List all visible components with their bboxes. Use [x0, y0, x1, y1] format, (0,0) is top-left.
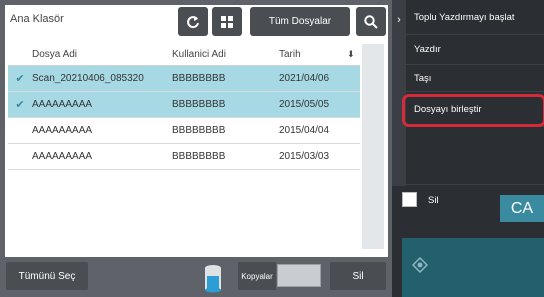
file-user: BBBBBBBB	[172, 151, 226, 162]
highlight-frame	[402, 94, 544, 127]
search-button[interactable]	[356, 7, 386, 36]
check-icon: ✔	[15, 73, 25, 85]
file-table: Dosya Adi Kullanici Adi Tarih ⬇ ✔ Scan_2…	[8, 43, 360, 170]
table-header: Dosya Adi Kullanici Adi Tarih ⬇	[8, 43, 360, 66]
refresh-button[interactable]	[178, 7, 208, 36]
file-name: AAAAAAAAA	[32, 151, 93, 162]
copies-label: Kopyalar	[238, 262, 276, 290]
search-icon	[364, 14, 378, 29]
menu-item-print[interactable]: Yazdır	[406, 35, 544, 65]
file-user: BBBBBBBB	[172, 125, 226, 136]
grid-view-button[interactable]	[212, 7, 242, 36]
grid-icon	[221, 15, 233, 28]
delete-checkbox[interactable]	[402, 192, 417, 207]
file-date: 2015/03/03	[279, 151, 330, 162]
file-date: 2015/04/04	[279, 125, 330, 136]
all-files-button[interactable]: Tüm Dosyalar	[250, 7, 350, 36]
delete-button[interactable]: Sil	[330, 262, 386, 290]
column-user[interactable]: Kullanici Adi	[172, 49, 279, 60]
start-icon	[412, 257, 428, 273]
sort-down-icon[interactable]: ⬇	[347, 49, 360, 60]
refresh-icon	[187, 15, 199, 28]
menu-item-move[interactable]: Taşı	[406, 65, 544, 92]
ca-button[interactable]: CA	[500, 195, 544, 222]
select-all-button[interactable]: Tümünü Seç	[6, 262, 88, 290]
file-name: AAAAAAAAA	[32, 99, 93, 110]
table-row[interactable]: AAAAAAAAA BBBBBBBB 2015/04/04	[8, 118, 360, 144]
file-user: BBBBBBBB	[172, 73, 226, 84]
delete-checkbox-label: Sil	[428, 195, 439, 206]
check-icon: ✔	[15, 99, 25, 111]
bottom-bar: Tümünü Seç Kopyalar Sil	[0, 257, 392, 297]
menu-empty-area	[406, 127, 544, 185]
column-name[interactable]: Dosya Adi	[32, 49, 172, 60]
table-row[interactable]: ✔ Scan_20210406_085320 BBBBBBBB 2021/04/…	[8, 66, 360, 92]
table-row[interactable]: ✔ AAAAAAAAA BBBBBBBB 2015/05/05	[8, 92, 360, 118]
file-stack-icon	[205, 265, 221, 293]
file-name: AAAAAAAAA	[32, 125, 93, 136]
menu-item-batch-print[interactable]: Toplu Yazdırmayı başlat	[406, 0, 544, 35]
file-date: 2021/04/06	[279, 73, 330, 84]
file-date: 2015/05/05	[279, 99, 330, 110]
chevron-right-icon[interactable]: ›	[392, 0, 406, 186]
copies-field[interactable]	[277, 264, 321, 287]
folder-title: Ana Klasör	[10, 13, 64, 25]
column-date[interactable]: Tarih	[279, 49, 347, 60]
file-name: Scan_20210406_085320	[32, 73, 144, 84]
file-user: BBBBBBBB	[172, 99, 226, 110]
table-row[interactable]: AAAAAAAAA BBBBBBBB 2015/03/03	[8, 144, 360, 170]
left-panel: Ana Klasör Tüm Dosyalar Dosya Adi Kullan…	[0, 0, 392, 297]
scrollbar[interactable]	[362, 44, 384, 249]
